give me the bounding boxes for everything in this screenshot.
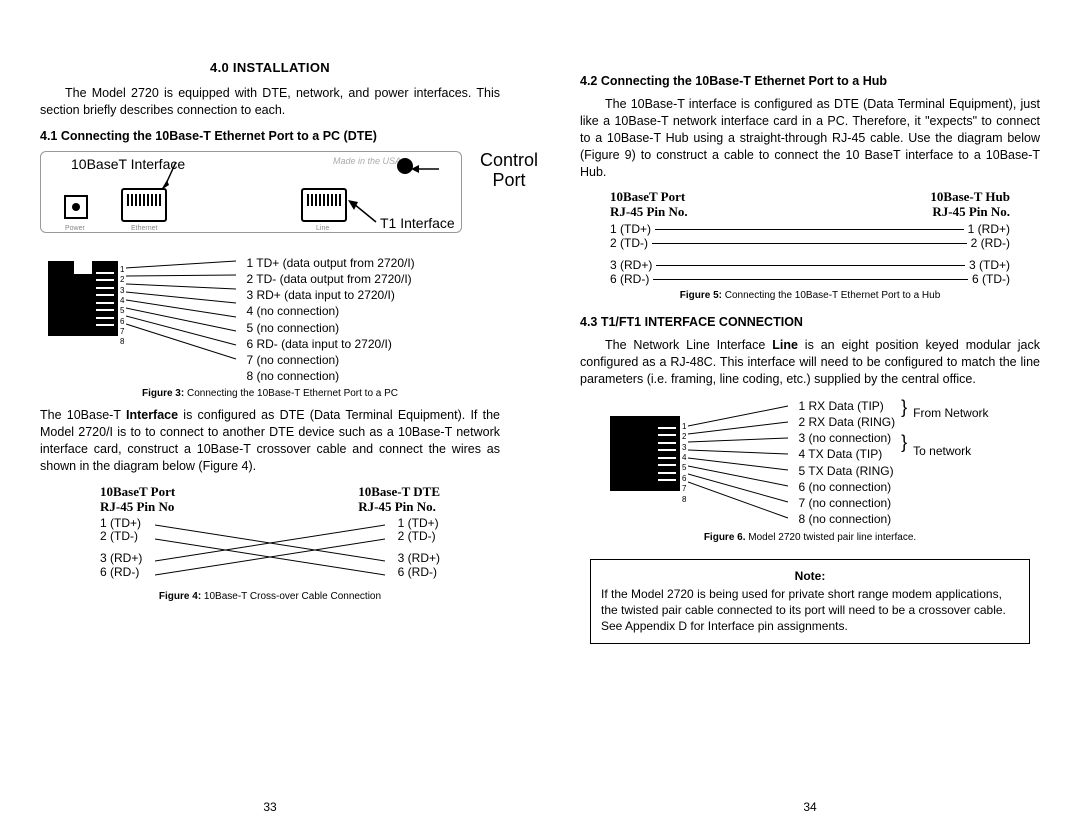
power-port-label: Power bbox=[65, 225, 85, 232]
fig5-row-1: 1 (TD+)1 (RD+) bbox=[610, 222, 1010, 236]
rj48c-jack-icon bbox=[610, 416, 680, 491]
fig5-row-3: 3 (RD+)3 (TD+) bbox=[610, 258, 1010, 272]
arrow-to-ethernet-icon bbox=[161, 160, 191, 190]
paragraph-4.2: The 10Base-T interface is configured as … bbox=[580, 96, 1040, 180]
subsection-4.3-title: 4.3 T1/FT1 INTERFACE CONNECTION bbox=[580, 315, 1040, 329]
subsection-4.1-title: 4.1 Connecting the 10Base-T Ethernet Por… bbox=[40, 129, 500, 143]
fig5-right-header: 10Base-T HubRJ-45 Pin No. bbox=[930, 190, 1010, 220]
rj45-icon bbox=[48, 261, 118, 336]
figure-6-diagram: 12345678 1 RX Data (TIP) 2 RX Data (RING… bbox=[610, 398, 1040, 528]
figure-3-diagram: 12345678 1 TD+ (data output from 2720/I)… bbox=[48, 253, 500, 385]
crossover-lines-icon bbox=[155, 521, 385, 583]
figure-3-caption: Figure 3: Connecting the 10Base-T Ethern… bbox=[40, 388, 500, 399]
fig6-fanout-lines-icon bbox=[688, 398, 798, 528]
line-jack-icon bbox=[301, 188, 347, 222]
page-number-33: 33 bbox=[263, 800, 276, 814]
fig5-row-4: 6 (RD-)6 (TD-) bbox=[610, 272, 1010, 286]
arrow-to-t1-icon bbox=[348, 200, 378, 225]
ethernet-jack-icon bbox=[121, 188, 167, 222]
figure-4-table: 10BaseT PortRJ-45 Pin No 10Base-T DTERJ-… bbox=[100, 485, 440, 587]
ethernet-port-label: Ethernet bbox=[131, 225, 157, 232]
note-title: Note: bbox=[601, 568, 1019, 584]
line-port-label: Line bbox=[316, 225, 329, 232]
intro-paragraph: The Model 2720 is equipped with DTE, net… bbox=[40, 85, 500, 119]
fig3-fanout-lines-icon bbox=[126, 253, 246, 363]
fig3-pin-descriptions: 1 TD+ (data output from 2720/I) 2 TD- (d… bbox=[246, 255, 414, 385]
pin-numbers: 12345678 bbox=[120, 265, 124, 348]
figure-4-caption: Figure 4: 10Base-T Cross-over Cable Conn… bbox=[40, 591, 500, 602]
fig4-right-header: 10Base-T DTERJ-45 Pin No. bbox=[358, 485, 440, 515]
note-text: If the Model 2720 is being used for priv… bbox=[601, 586, 1019, 635]
from-network-label: From Network bbox=[913, 406, 988, 420]
page-33: 4.0 INSTALLATION The Model 2720 is equip… bbox=[0, 0, 540, 834]
fig4-left-header: 10BaseT PortRJ-45 Pin No bbox=[100, 485, 175, 515]
figure-5-caption: Figure 5: Connecting the 10Base-T Ethern… bbox=[580, 290, 1040, 301]
control-port-label: Control Port bbox=[480, 151, 538, 191]
figure-5-table: 10BaseT PortRJ-45 Pin No. 10Base-T HubRJ… bbox=[610, 190, 1010, 286]
paragraph-4.1: The 10Base-T Interface is configured as … bbox=[40, 407, 500, 475]
manual-pages: 4.0 INSTALLATION The Model 2720 is equip… bbox=[0, 0, 1080, 834]
page-number-34: 34 bbox=[803, 800, 816, 814]
note-box: Note: If the Model 2720 is being used fo… bbox=[590, 559, 1030, 644]
fig5-row-2: 2 (TD-)2 (RD-) bbox=[610, 236, 1010, 250]
fig5-left-header: 10BaseT PortRJ-45 Pin No. bbox=[610, 190, 688, 220]
t1-interface-label: T1 Interface bbox=[380, 215, 455, 231]
section-4.0-title: 4.0 INSTALLATION bbox=[40, 60, 500, 75]
fig6-pin-numbers: 12345678 bbox=[682, 422, 686, 505]
brace-labels: From Network To network bbox=[913, 398, 988, 458]
arrow-to-control-icon bbox=[411, 162, 441, 177]
fig6-pin-descriptions: 1 RX Data (TIP) 2 RX Data (RING) 3 (no c… bbox=[798, 398, 895, 528]
made-in-usa-label: Made in the USA bbox=[333, 156, 401, 166]
power-con-icon bbox=[61, 192, 91, 222]
brace-icons: } } bbox=[901, 398, 907, 451]
paragraph-4.3: The Network Line Interface Line is an ei… bbox=[580, 337, 1040, 388]
figure-6-caption: Figure 6. Model 2720 twisted pair line i… bbox=[580, 532, 1040, 543]
subsection-4.2-title: 4.2 Connecting the 10Base-T Ethernet Por… bbox=[580, 74, 1040, 88]
page-34: 4.2 Connecting the 10Base-T Ethernet Por… bbox=[540, 0, 1080, 834]
to-network-label: To network bbox=[913, 444, 988, 458]
